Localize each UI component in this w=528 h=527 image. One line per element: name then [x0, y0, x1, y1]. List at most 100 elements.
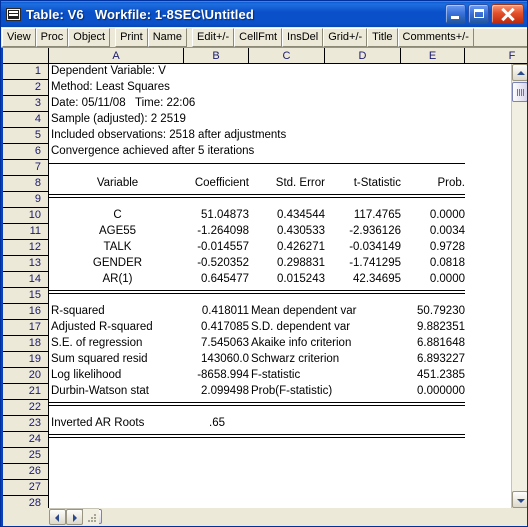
cell-C[interactable]: 0.434544 [249, 208, 325, 224]
table-row[interactable] [49, 464, 527, 480]
cell-B[interactable]: 7.545063 [184, 336, 249, 352]
cell-C[interactable]: Mean dependent var [251, 304, 411, 320]
cell-A[interactable]: Sample (adjusted): 2 2519 [51, 112, 186, 128]
window-title-bar[interactable]: Table: V6 Workfile: 1-8SEC\Untitled [1, 1, 527, 27]
column-header-e[interactable]: E [401, 48, 465, 64]
row-number[interactable]: 20 [3, 368, 49, 384]
row-number[interactable]: 3 [3, 96, 49, 112]
cell-B[interactable]: -0.520352 [184, 256, 249, 272]
row-number[interactable]: 22 [3, 400, 49, 416]
table-row[interactable] [49, 192, 527, 208]
cell-B[interactable]: 51.04873 [184, 208, 249, 224]
column-header-f[interactable]: F [465, 48, 527, 64]
table-row[interactable]: C 51.04873 0.434544 117.4765 0.0000 [49, 208, 527, 224]
column-header-c[interactable]: C [249, 48, 325, 64]
cell-A[interactable]: Sum squared resid [51, 352, 184, 368]
cell-C[interactable]: Akaike info criterion [251, 336, 411, 352]
row-number[interactable]: 18 [3, 336, 49, 352]
row-number[interactable]: 1 [3, 64, 49, 80]
table-row[interactable]: Inverted AR Roots .65 [49, 416, 527, 432]
row-number[interactable]: 6 [3, 144, 49, 160]
cell-A[interactable]: Convergence achieved after 5 iterations [51, 144, 254, 160]
window-resize-grip[interactable] [83, 509, 99, 525]
cell-area[interactable]: Dependent Variable: V Method: Least Squar… [49, 64, 527, 508]
cell-B[interactable]: 143060.0 [184, 352, 249, 368]
cell-A[interactable]: AGE55 [51, 224, 184, 240]
toolbar-button-proc[interactable]: Proc [35, 28, 69, 47]
scroll-right-button[interactable] [66, 509, 83, 525]
close-button[interactable] [491, 4, 524, 24]
cell-A[interactable]: Included observations: 2518 after adjust… [51, 128, 286, 144]
cell-E[interactable]: 0.9728 [401, 240, 465, 256]
table-row[interactable]: Sum squared resid 143060.0 Schwarz criteri… [49, 352, 527, 368]
cell-A[interactable]: C [51, 208, 184, 224]
cell-E[interactable]: 6.893227 [401, 352, 465, 368]
cell-E[interactable]: 0.0818 [401, 256, 465, 272]
cell-B[interactable]: -8658.994 [184, 368, 249, 384]
cell-B[interactable]: -0.014557 [184, 240, 249, 256]
cell-A[interactable]: Inverted AR Roots [51, 416, 184, 432]
cell-E[interactable]: 0.0000 [401, 272, 465, 288]
row-number[interactable]: 23 [3, 416, 49, 432]
cell-A[interactable]: R-squared [51, 304, 184, 320]
toolbar-button-name[interactable]: Name [147, 28, 188, 47]
cell-C[interactable]: Std. Error [249, 176, 325, 192]
column-header-a[interactable]: A [49, 48, 184, 64]
table-row[interactable]: Date: 05/11/08 Time: 22:06 [49, 96, 527, 112]
cell-A[interactable]: TALK [51, 240, 184, 256]
cell-C[interactable]: 0.298831 [249, 256, 325, 272]
cell-A[interactable]: Dependent Variable: V [51, 64, 184, 80]
table-row[interactable]: TALK -0.014557 0.426271 -0.034149 0.9728 [49, 240, 527, 256]
toolbar-button-insdel[interactable]: InsDel [282, 28, 324, 47]
cell-E[interactable]: 9.882351 [401, 320, 465, 336]
cell-D[interactable]: -0.034149 [325, 240, 401, 256]
cell-C[interactable]: Schwarz criterion [251, 352, 411, 368]
cell-D[interactable]: -2.936126 [325, 224, 401, 240]
cell-A[interactable]: Date: 05/11/08 Time: 22:06 [51, 96, 195, 112]
cell-B[interactable]: 2.099498 [184, 384, 249, 400]
cell-B[interactable]: 0.645477 [184, 272, 249, 288]
table-row[interactable]: Adjusted R-squared 0.417085 S.D. dependent… [49, 320, 527, 336]
toolbar-button-cellfmt[interactable]: CellFmt [234, 28, 283, 47]
table-row[interactable]: Sample (adjusted): 2 2519 [49, 112, 527, 128]
scroll-up-button[interactable] [512, 64, 527, 81]
row-number[interactable]: 13 [3, 256, 49, 272]
row-number[interactable]: 21 [3, 384, 49, 400]
cell-E[interactable]: 0.0000 [401, 208, 465, 224]
cell-A[interactable]: AR(1) [51, 272, 184, 288]
cell-B[interactable]: 0.417085 [184, 320, 249, 336]
table-row[interactable]: S.E. of regression 7.545063 Akaike info cr… [49, 336, 527, 352]
row-number[interactable]: 27 [3, 480, 49, 496]
row-number[interactable]: 4 [3, 112, 49, 128]
table-row[interactable] [49, 400, 527, 416]
vertical-scrollbar[interactable] [511, 64, 527, 508]
cell-D[interactable]: 117.4765 [325, 208, 401, 224]
vertical-scroll-thumb[interactable] [512, 82, 527, 102]
maximize-button[interactable] [468, 4, 489, 24]
row-number[interactable]: 11 [3, 224, 49, 240]
row-number[interactable]: 5 [3, 128, 49, 144]
row-number[interactable]: 26 [3, 464, 49, 480]
table-row[interactable]: Dependent Variable: V [49, 64, 527, 80]
table-row[interactable] [49, 160, 527, 176]
scroll-down-button[interactable] [512, 491, 527, 508]
row-number[interactable]: 12 [3, 240, 49, 256]
cell-A[interactable]: Adjusted R-squared [51, 320, 184, 336]
row-number[interactable]: 2 [3, 80, 49, 96]
column-header-b[interactable]: B [184, 48, 249, 64]
row-number[interactable]: 9 [3, 192, 49, 208]
toolbar-button-grid[interactable]: Grid+/- [323, 28, 368, 47]
table-row[interactable]: Method: Least Squares [49, 80, 527, 96]
table-row[interactable] [49, 448, 527, 464]
cell-B[interactable]: .65 [209, 416, 259, 432]
horizontal-scrollbar[interactable] [49, 508, 102, 525]
table-row[interactable]: Durbin-Watson stat 2.099498 Prob(F-statist… [49, 384, 527, 400]
select-all-corner[interactable] [3, 48, 49, 64]
cell-E[interactable]: Prob. [401, 176, 466, 192]
toolbar-button-edit[interactable]: Edit+/- [192, 28, 235, 47]
row-number[interactable]: 7 [3, 160, 49, 176]
table-row[interactable]: GENDER -0.520352 0.298831 -1.741295 0.0818 [49, 256, 527, 272]
cell-D[interactable]: t-Statistic [325, 176, 401, 192]
cell-D[interactable]: -1.741295 [325, 256, 401, 272]
table-row[interactable] [49, 288, 527, 304]
